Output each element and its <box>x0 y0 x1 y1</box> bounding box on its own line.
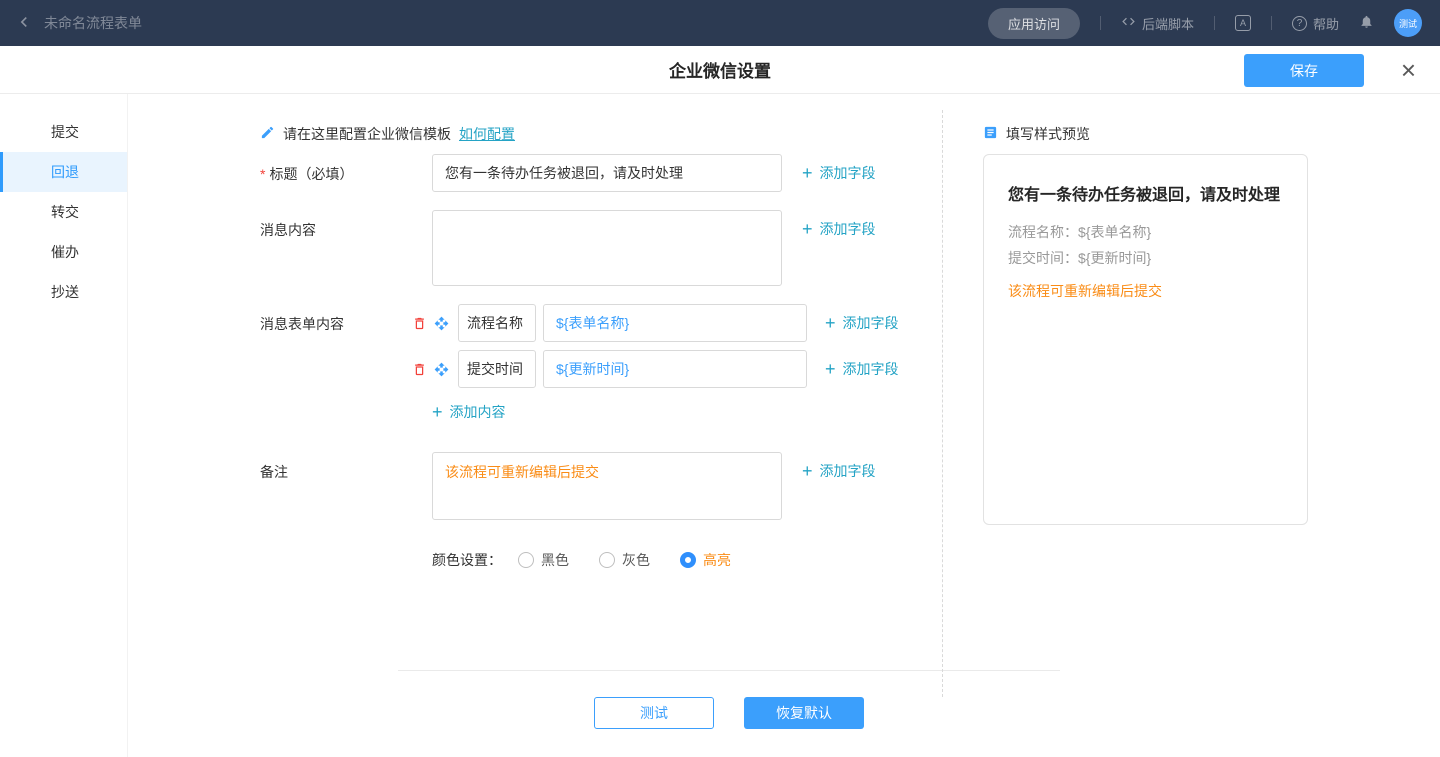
avatar[interactable]: 测试 <box>1394 9 1422 37</box>
color-option-gray[interactable]: 灰色 <box>599 550 650 570</box>
preview-panel: 填写样式预览 您有一条待办任务被退回，请及时处理 流程名称：${表单名称} 提交… <box>943 94 1440 757</box>
field-key-input[interactable] <box>458 350 536 388</box>
move-icon[interactable] <box>434 316 449 331</box>
topbar-separator <box>1214 16 1215 30</box>
question-icon: ? <box>1292 16 1307 31</box>
remark-row: 备注 该流程可重新编辑后提交 + 添加字段 <box>260 452 932 520</box>
preview-highlight-text: 该流程可重新编辑后提交 <box>1008 281 1283 301</box>
plus-icon: + <box>432 403 443 421</box>
color-setting-row: 颜色设置： 黑色 灰色 高亮 <box>432 550 932 570</box>
help-button[interactable]: ? 帮助 <box>1292 14 1339 33</box>
backend-script-button[interactable]: 后端脚本 <box>1121 14 1194 33</box>
sidebar-item-cc[interactable]: 抄送 <box>0 272 127 312</box>
restore-default-button[interactable]: 恢复默认 <box>744 697 864 729</box>
topbar: 未命名流程表单 应用访问 后端脚本 A ? 帮助 测试 <box>0 0 1440 46</box>
radio-selected-icon <box>680 552 696 568</box>
plus-icon: + <box>802 220 813 238</box>
backend-script-label: 后端脚本 <box>1142 14 1194 33</box>
field-key-input[interactable] <box>458 304 536 342</box>
help-label: 帮助 <box>1313 14 1339 33</box>
bell-icon <box>1359 14 1374 32</box>
add-field-link-remark[interactable]: + 添加字段 <box>802 461 876 481</box>
back-button[interactable] <box>14 12 34 35</box>
app-access-button[interactable]: 应用访问 <box>988 8 1080 39</box>
topbar-separator <box>1100 16 1101 30</box>
document-icon <box>983 125 998 143</box>
add-field-link-row1[interactable]: + 添加字段 <box>825 313 899 333</box>
add-field-link-row2[interactable]: + 添加字段 <box>825 359 899 379</box>
content: 提交 回退 转交 催办 抄送 请在这里配置企业微信模板 如何配置 *标题（必填）… <box>0 94 1440 757</box>
topbar-separator <box>1271 16 1272 30</box>
form-content-row: + 添加字段 <box>412 350 899 388</box>
preview-title: 您有一条待办任务被退回，请及时处理 <box>1008 181 1283 205</box>
add-field-link-content[interactable]: + 添加字段 <box>802 219 876 239</box>
close-icon[interactable]: × <box>1401 57 1416 83</box>
sidebar-item-submit[interactable]: 提交 <box>0 112 127 152</box>
notifications-button[interactable] <box>1359 14 1374 32</box>
chevron-left-icon <box>14 12 34 35</box>
modal-header: 企业微信设置 保存 × <box>0 46 1440 94</box>
form-content-row: + 添加字段 <box>412 304 899 342</box>
test-button[interactable]: 测试 <box>594 697 714 729</box>
how-to-configure-link[interactable]: 如何配置 <box>459 124 515 144</box>
title-field-row: *标题（必填） + 添加字段 <box>260 154 932 192</box>
delete-icon[interactable] <box>412 362 427 377</box>
preview-line-process: 流程名称：${表单名称} <box>1008 219 1283 245</box>
code-icon <box>1121 14 1136 32</box>
page-title: 企业微信设置 <box>669 57 771 82</box>
sidebar-item-transfer[interactable]: 转交 <box>0 192 127 232</box>
add-content-link[interactable]: + 添加内容 <box>432 402 506 422</box>
color-setting-label: 颜色设置： <box>432 550 502 570</box>
field-value-input[interactable] <box>543 350 807 388</box>
plus-icon: + <box>825 314 836 332</box>
plus-icon: + <box>802 164 813 182</box>
form-content-section: 消息表单内容 + 添加字段 <box>260 304 932 452</box>
move-icon[interactable] <box>434 362 449 377</box>
title-input[interactable] <box>432 154 782 192</box>
color-option-highlight[interactable]: 高亮 <box>680 550 731 570</box>
sidebar-item-return[interactable]: 回退 <box>0 152 127 192</box>
pencil-icon <box>260 125 275 143</box>
plus-icon: + <box>825 360 836 378</box>
add-field-link-title[interactable]: + 添加字段 <box>802 163 876 183</box>
color-option-black[interactable]: 黑色 <box>518 550 569 570</box>
sidebar-item-urge[interactable]: 催办 <box>0 232 127 272</box>
title-field-label: *标题（必填） <box>260 154 432 192</box>
preview-line-time: 提交时间：${更新时间} <box>1008 245 1283 271</box>
preview-header: 填写样式预览 <box>983 124 1440 144</box>
config-tip: 请在这里配置企业微信模板 如何配置 <box>260 124 932 144</box>
form-title: 未命名流程表单 <box>44 13 142 33</box>
radio-icon <box>599 552 615 568</box>
form-content-label: 消息表单内容 <box>260 304 432 452</box>
footer-buttons: 测试 恢复默认 <box>594 697 932 729</box>
save-button[interactable]: 保存 <box>1244 54 1364 87</box>
preview-card: 您有一条待办任务被退回，请及时处理 流程名称：${表单名称} 提交时间：${更新… <box>983 154 1308 525</box>
config-tip-text: 请在这里配置企业微信模板 <box>283 124 451 144</box>
plus-icon: + <box>802 462 813 480</box>
remark-textarea[interactable]: 该流程可重新编辑后提交 <box>432 452 782 520</box>
preview-header-label: 填写样式预览 <box>1006 124 1090 144</box>
remark-label: 备注 <box>260 452 432 520</box>
app-square-icon[interactable]: A <box>1235 15 1251 31</box>
radio-icon <box>518 552 534 568</box>
field-value-input[interactable] <box>543 304 807 342</box>
wechat-settings-form: 请在这里配置企业微信模板 如何配置 *标题（必填） + 添加字段 消息内容 <box>128 94 942 757</box>
message-content-label: 消息内容 <box>260 210 432 286</box>
delete-icon[interactable] <box>412 316 427 331</box>
message-content-textarea[interactable] <box>432 210 782 286</box>
message-content-row: 消息内容 + 添加字段 <box>260 210 932 286</box>
sidebar: 提交 回退 转交 催办 抄送 <box>0 94 128 757</box>
required-asterisk: * <box>260 166 265 182</box>
